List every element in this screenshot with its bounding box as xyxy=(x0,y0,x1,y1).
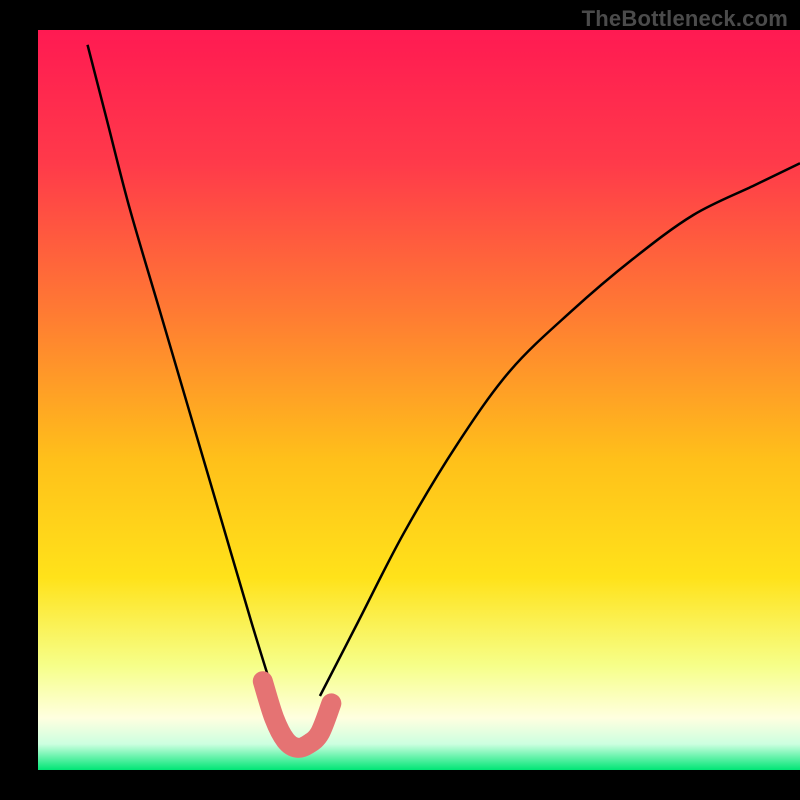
frame-bottom xyxy=(0,770,800,800)
plot-background xyxy=(38,30,800,770)
chart-stage: TheBottleneck.com xyxy=(0,0,800,800)
bottleneck-chart xyxy=(0,0,800,800)
frame-left xyxy=(0,0,38,800)
watermark-text: TheBottleneck.com xyxy=(582,6,788,32)
